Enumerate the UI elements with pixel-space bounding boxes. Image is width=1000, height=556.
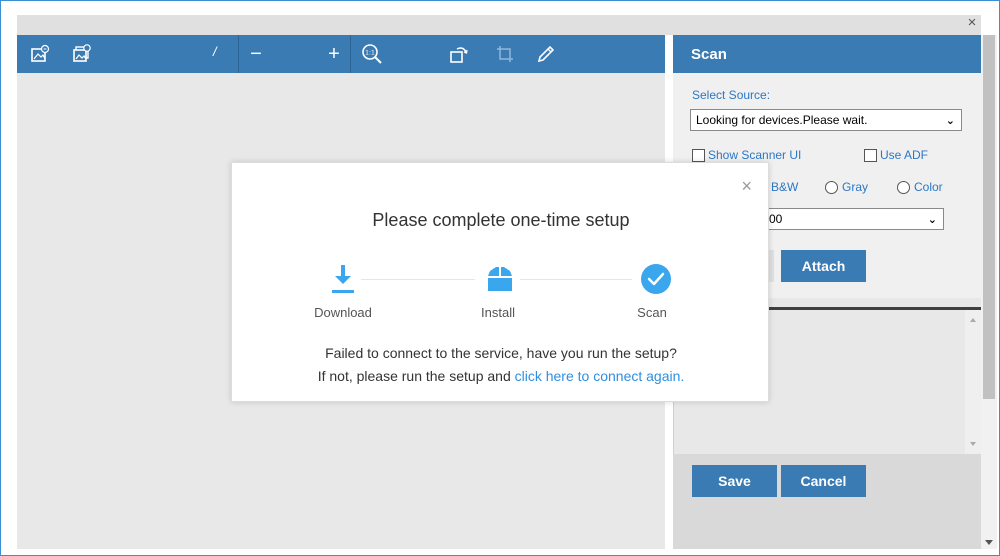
step-connector: [361, 279, 475, 280]
step-label-scan: Scan: [637, 305, 667, 320]
image-scan-icon[interactable]: [25, 35, 55, 73]
edit-pencil-icon[interactable]: [531, 35, 561, 73]
radio-button[interactable]: [825, 180, 838, 194]
multi-image-scan-icon[interactable]: [67, 35, 97, 73]
scrollbar-thumb[interactable]: [983, 35, 995, 399]
scroll-down-icon[interactable]: [985, 540, 993, 545]
radio-label-gray: Gray: [842, 180, 869, 194]
checkbox-box[interactable]: [692, 148, 705, 162]
show-scanner-ui-label: Show Scanner UI: [708, 148, 802, 162]
window-scrollbar[interactable]: [981, 35, 997, 549]
instruction-text: If not, please run the setup and: [317, 368, 515, 384]
source-select[interactable]: Looking for devices.Please wait. ⌄: [690, 109, 962, 131]
step-label-download: Download: [314, 305, 372, 320]
panel-title: Scan: [673, 35, 981, 73]
crop-icon[interactable]: [492, 35, 518, 73]
rotate-icon[interactable]: [444, 35, 474, 73]
use-adf-checkbox[interactable]: Use ADF: [864, 148, 928, 162]
zoom-in-icon[interactable]: +: [321, 35, 347, 73]
image-toolbar: / − + 1:1: [17, 35, 665, 73]
scroll-down-icon[interactable]: [970, 442, 976, 446]
color-mode-gray[interactable]: Gray: [825, 180, 868, 194]
radio-button[interactable]: [897, 180, 910, 194]
scroll-up-icon[interactable]: [970, 318, 976, 322]
color-mode-bw[interactable]: B&W: [771, 180, 798, 194]
select-source-label: Select Source:: [692, 88, 771, 102]
source-select-value: Looking for devices.Please wait.: [696, 113, 868, 127]
install-box-icon: [485, 263, 515, 295]
title-bar: ×: [17, 15, 981, 35]
checkbox-box[interactable]: [864, 148, 877, 162]
radio-label-bw: B&W: [771, 180, 799, 194]
save-button[interactable]: Save: [692, 465, 777, 497]
show-scanner-ui-checkbox[interactable]: Show Scanner UI: [692, 148, 801, 162]
close-icon[interactable]: ×: [741, 177, 752, 195]
chevron-down-icon: ⌄: [927, 214, 937, 226]
actual-size-icon[interactable]: 1:1: [357, 35, 387, 73]
toolbar-divider: [350, 35, 351, 73]
resolution-select-value: 00: [769, 212, 783, 226]
setup-dialog: × Please complete one-time setup Downloa…: [231, 162, 769, 402]
dialog-title: Please complete one-time setup: [372, 210, 630, 230]
cancel-button[interactable]: Cancel: [781, 465, 866, 497]
chevron-down-icon: ⌄: [945, 115, 955, 127]
app-window: × / − + 1:1 Scan Select Source: Looking …: [0, 0, 1000, 556]
radio-label-color: Color: [914, 180, 943, 194]
step-connector: [520, 279, 632, 280]
error-message: Failed to connect to the service, have y…: [325, 345, 677, 361]
list-scrollbar[interactable]: [965, 310, 981, 454]
zoom-out-icon[interactable]: −: [243, 35, 269, 73]
svg-text:1:1: 1:1: [365, 50, 375, 57]
window-close-icon[interactable]: ×: [965, 15, 979, 30]
use-adf-label: Use ADF: [880, 148, 929, 162]
check-circle-icon: [640, 263, 671, 295]
page-indicator: /: [213, 44, 217, 59]
color-mode-color[interactable]: Color: [897, 180, 943, 194]
attach-button[interactable]: Attach: [781, 250, 866, 282]
toolbar-divider: [238, 35, 239, 73]
download-icon: [328, 263, 358, 295]
step-label-install: Install: [481, 305, 515, 320]
connect-again-link[interactable]: click here to connect again.: [515, 368, 685, 384]
setup-instruction: If not, please run the setup and click h…: [232, 368, 770, 384]
